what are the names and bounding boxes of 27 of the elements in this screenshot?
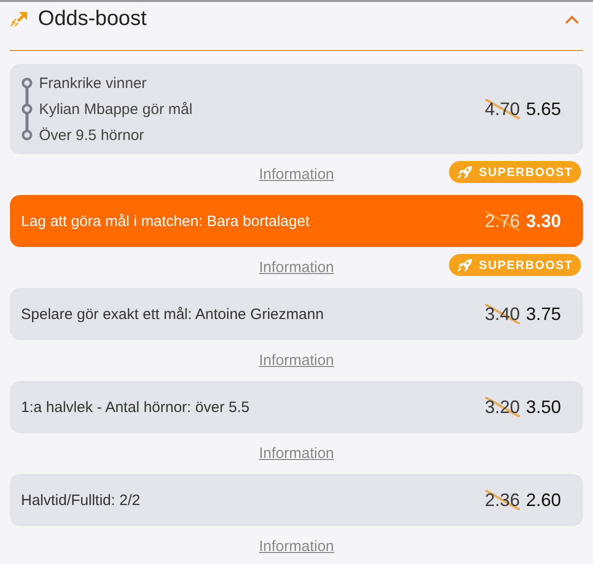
bet-option-card[interactable]: Lag att göra mål i matchen: Bara bortalaget 2.76 3.30 <box>10 195 583 247</box>
boosted-odds: 3.30 <box>526 210 561 232</box>
section-title: Odds-boost <box>38 7 148 31</box>
information-link[interactable]: Information <box>258 166 334 183</box>
leg-connector-icon <box>21 96 33 122</box>
boosted-odds: 2.60 <box>526 490 561 510</box>
information-link[interactable]: Information <box>258 352 334 369</box>
selection-label: Kylian Mbappe gör mål <box>39 100 192 118</box>
struck-old-odds: 2.76 <box>484 210 520 230</box>
bet-label: 1:a halvlek - Antal hörnor: över 5.5 <box>21 398 250 416</box>
rocket-icon <box>456 258 473 272</box>
information-link[interactable]: Information <box>258 259 334 276</box>
boosted-odds: 5.65 <box>526 98 561 120</box>
bet-label: Spelare gör exakt ett mål: Antoine Griezmann <box>21 306 325 322</box>
information-link[interactable]: Information <box>258 445 334 462</box>
superboost-badge: SUPERBOOST <box>448 161 581 183</box>
selection-label: Frankrike vinner <box>39 74 147 92</box>
bet-label: Lag att göra mål i matchen: Bara bortalaget <box>21 212 311 230</box>
collapse-chevron-icon[interactable] <box>565 14 579 24</box>
boost-arrow-icon <box>10 11 28 27</box>
boosted-odds: 3.75 <box>526 304 561 324</box>
information-link[interactable]: Information <box>258 538 334 555</box>
boosted-odds: 3.50 <box>526 396 561 418</box>
selection-label: Över 9.5 hörnor <box>39 126 144 144</box>
bet-label: Halvtid/Fulltid: 2/2 <box>21 492 142 508</box>
superboost-badge: SUPERBOOST <box>448 254 581 276</box>
rocket-icon <box>456 165 473 179</box>
